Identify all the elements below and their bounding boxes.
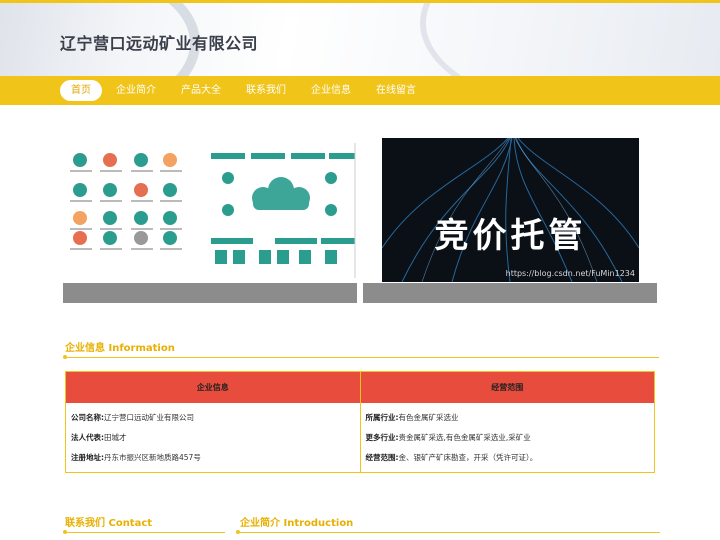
table-row: 经营范围:金、银矿产矿床勘查，开采（凭许可证）。 [366,452,650,472]
nav-item-home[interactable]: 首页 [60,80,102,101]
field-label: 经营范围: [365,453,399,462]
field-value: 辽宁营口远动矿业有限公司 [104,413,194,422]
main-nav: 首页 企业简介 产品大全 联系我们 企业信息 在线留言 [0,76,720,105]
field-value: 贵金属矿采选,有色金属矿采选业,采矿业 [398,433,531,442]
field-value: 丹东市振兴区新地质路457号 [104,453,201,462]
table-header-info: 企业信息 [66,372,361,403]
table-col-scope: 所属行业:有色金属矿采选业 更多行业:贵金属矿采选,有色金属矿采选业,采矿业 经… [361,403,655,473]
site-header: 辽宁营口远动矿业有限公司 [0,0,720,76]
banner-headline: 竞价托管 [434,216,587,256]
section-title-info: 企业信息 Information [65,343,175,354]
banner-image-bidding[interactable]: 竞价托管 https://blog.csdn.net/FuMin1234 [382,138,639,282]
table-row: 公司名称:辽宁营口远动矿业有限公司 [71,412,355,432]
nav-item-company-info[interactable]: 企业信息 [300,80,362,101]
banner-image-infographic[interactable] [63,138,357,283]
section-divider [65,532,225,533]
banner-watermark-url: https://blog.csdn.net/FuMin1234 [505,269,635,278]
nav-item-products[interactable]: 产品大全 [170,80,232,101]
field-value: 田城才 [104,433,127,442]
table-row: 注册地址:丹东市振兴区新地质路457号 [71,452,355,472]
table-header: 企业信息 经营范围 [66,372,654,403]
table-row: 法人代表:田城才 [71,432,355,452]
company-info-table: 企业信息 经营范围 公司名称:辽宁营口远动矿业有限公司 法人代表:田城才 注册地… [65,371,655,473]
field-label: 所属行业: [365,413,399,422]
nav-item-about[interactable]: 企业简介 [105,80,167,101]
field-label: 法人代表: [71,433,104,442]
section-divider [65,357,659,358]
section-title-intro: 企业简介 Introduction [240,518,354,529]
banner-caption-bar [363,283,657,303]
field-label: 注册地址: [71,453,104,462]
table-body: 公司名称:辽宁营口远动矿业有限公司 法人代表:田城才 注册地址:丹东市振兴区新地… [66,403,654,473]
nav-item-message[interactable]: 在线留言 [365,80,427,101]
infographic-illustration [70,143,356,278]
site-title: 辽宁营口远动矿业有限公司 [60,34,259,53]
section-title-contact: 联系我们 Contact [65,518,153,529]
field-value: 金、银矿产矿床勘查，开采（凭许可证）。 [398,453,538,462]
field-value: 有色金属矿采选业 [398,413,459,422]
header-decoration [420,3,720,76]
nav-item-contact[interactable]: 联系我们 [235,80,297,101]
section-divider [240,532,660,533]
field-label: 更多行业: [365,433,399,442]
banner-caption-bar [63,283,357,303]
table-header-scope: 经营范围 [491,383,524,392]
table-row: 更多行业:贵金属矿采选,有色金属矿采选业,采矿业 [366,432,650,452]
table-row: 所属行业:有色金属矿采选业 [366,412,650,432]
table-col-info: 公司名称:辽宁营口远动矿业有限公司 法人代表:田城才 注册地址:丹东市振兴区新地… [66,403,361,473]
field-label: 公司名称: [71,413,104,422]
